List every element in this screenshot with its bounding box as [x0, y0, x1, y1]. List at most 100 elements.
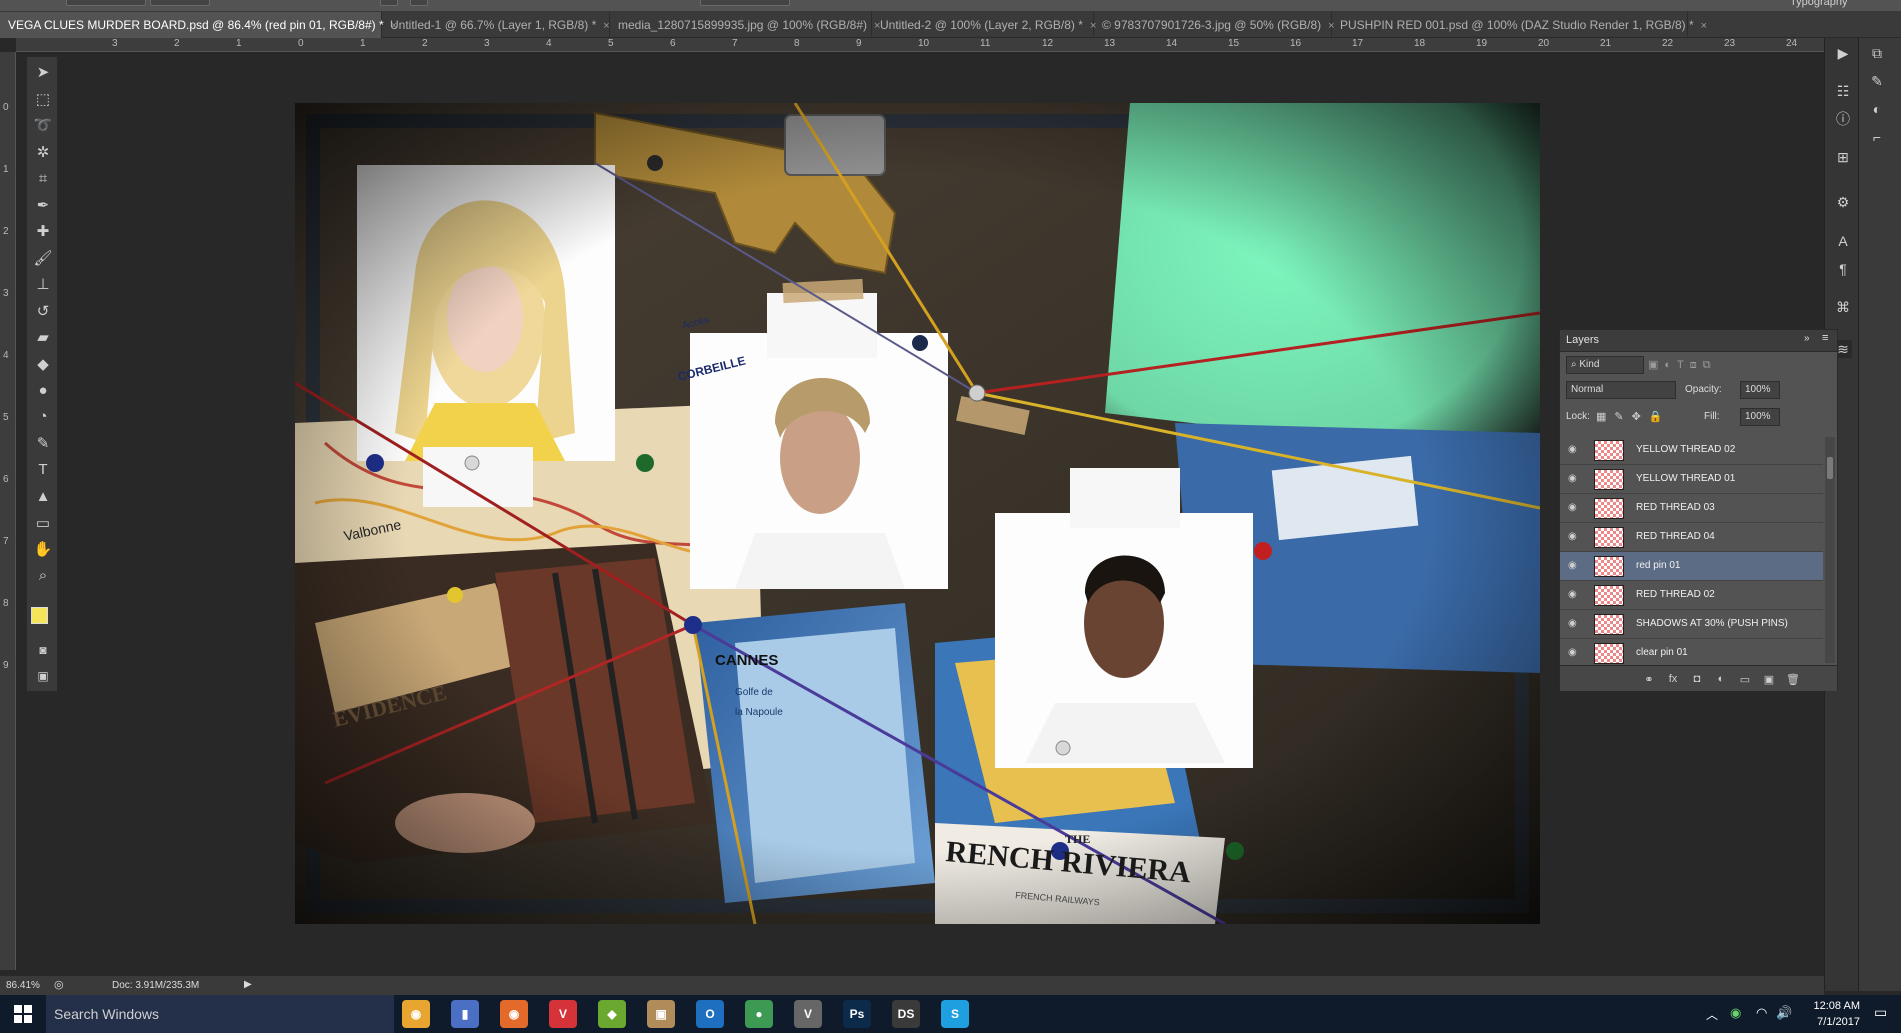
eyedropper-tool-icon[interactable]: ✒ — [31, 194, 55, 216]
workspace-switcher[interactable]: Typography — [1790, 0, 1847, 8]
hand-tool-icon[interactable]: ✋ — [31, 538, 55, 560]
tray-app-icon[interactable]: ◉ — [1730, 1005, 1741, 1021]
clone-source-icon[interactable]: ◐ — [1868, 100, 1886, 118]
network-icon[interactable]: ◠ — [1756, 1005, 1767, 1021]
info-icon[interactable]: ⓘ — [1834, 110, 1852, 128]
firefox-taskbar-icon[interactable]: ◉ — [500, 1000, 528, 1028]
marquee-tool-icon[interactable]: ⬚ — [31, 88, 55, 110]
stamp-tool-icon[interactable]: ⊥ — [31, 273, 55, 295]
paint-bucket-tool-icon[interactable]: ◆ — [31, 353, 55, 375]
healing-tool-icon[interactable]: ✚ — [31, 220, 55, 242]
rectangle-tool-icon[interactable]: ▭ — [31, 512, 55, 534]
document-tab[interactable]: media_1280715899935.jpg @ 100% (RGB/8#) × — [610, 12, 880, 38]
character-icon[interactable]: A — [1834, 232, 1852, 250]
filter-icons[interactable]: ▣◐T⧈⧉ — [1648, 358, 1717, 372]
crop-tool-icon[interactable]: ⌗ — [31, 167, 55, 189]
options-chip[interactable] — [700, 0, 790, 6]
layer-row[interactable]: ◉ RED THREAD 04 — [1560, 523, 1823, 552]
blend-mode-select[interactable]: Normal — [1566, 381, 1676, 399]
fx-icon[interactable]: fx — [1666, 672, 1680, 686]
chrome-taskbar-icon[interactable]: ◉ — [402, 1000, 430, 1028]
globe-app-taskbar-icon[interactable]: ● — [745, 1000, 773, 1028]
volume-icon[interactable]: 🔊 — [1776, 1005, 1792, 1021]
taskbar-clock[interactable]: 12:08 AM 7/1/2017 — [1794, 998, 1860, 1030]
pen-tool-icon[interactable]: ✎ — [31, 432, 55, 454]
bookmark-app-taskbar-icon[interactable]: ▮ — [451, 1000, 479, 1028]
opacity-input[interactable]: 100% — [1740, 381, 1780, 399]
layer-row[interactable]: ◉ RED THREAD 03 — [1560, 494, 1823, 523]
document-canvas[interactable]: EVIDENCE CORBEILLE Accès Valbonne CANNES… — [295, 103, 1540, 924]
visibility-eye-icon[interactable]: ◉ — [1568, 647, 1580, 659]
start-button[interactable] — [0, 995, 46, 1033]
layer-row[interactable]: ◉ RED THREAD 02 — [1560, 581, 1823, 610]
glyphs-icon[interactable]: ⌘ — [1834, 298, 1852, 316]
paragraph-icon[interactable]: ¶ — [1834, 260, 1852, 278]
lasso-tool-icon[interactable]: ➰ — [31, 114, 55, 136]
tray-chevron-icon[interactable]: ︿ — [1706, 1006, 1718, 1023]
box-app-taskbar-icon[interactable]: ▣ — [647, 1000, 675, 1028]
visibility-eye-icon[interactable]: ◉ — [1568, 531, 1580, 543]
options-chip[interactable] — [410, 0, 428, 6]
history-brush-tool-icon[interactable]: ↺ — [31, 300, 55, 322]
app-green-taskbar-icon[interactable]: ◆ — [598, 1000, 626, 1028]
link-icon[interactable]: ⚭ — [1642, 672, 1656, 686]
horizontal-ruler[interactable]: 3 2 1 0 1 2 3 4 5 6 7 8 9 10 11 12 13 14 15 16 17 18 19 20 21 22 2… — [16, 38, 1824, 52]
tab-close-icon[interactable]: × — [603, 20, 609, 32]
notification-icon[interactable]: ▭ — [1874, 1004, 1887, 1021]
visibility-eye-icon[interactable]: ◉ — [1568, 473, 1580, 485]
move-tool-icon[interactable]: ➤ — [31, 61, 55, 83]
visibility-eye-icon[interactable]: ◉ — [1568, 444, 1580, 456]
magic-wand-tool-icon[interactable]: ✲ — [31, 141, 55, 163]
brush-preset-icon[interactable]: ✎ — [1868, 72, 1886, 90]
layer-row[interactable]: ◉ YELLOW THREAD 01 — [1560, 465, 1823, 494]
play-icon[interactable]: ▶ — [1834, 44, 1852, 62]
trash-icon[interactable]: 🗑 — [1786, 672, 1800, 686]
tab-close-icon[interactable]: × — [1701, 20, 1707, 32]
mask-icon[interactable]: ◘ — [1690, 672, 1704, 686]
vivaldi-taskbar-icon[interactable]: V — [549, 1000, 577, 1028]
options-chip[interactable] — [150, 0, 210, 6]
visibility-eye-icon[interactable]: ◉ — [1568, 589, 1580, 601]
zoom-tool-icon[interactable]: ⌕ — [31, 565, 55, 587]
vertical-ruler[interactable]: 0 1 2 3 4 5 6 7 8 9 — [0, 52, 16, 970]
document-tab[interactable]: PUSHPIN RED 001.psd @ 100% (DAZ Studio R… — [1332, 12, 1707, 38]
screen-mode-icon[interactable]: ▣ — [31, 665, 55, 687]
blur-tool-icon[interactable]: ● — [31, 379, 55, 401]
eraser-tool-icon[interactable]: ▰ — [31, 326, 55, 348]
vnc-taskbar-icon[interactable]: V — [794, 1000, 822, 1028]
document-tab[interactable]: Untitled-1 @ 66.7% (Layer 1, RGB/8) * × — [382, 12, 610, 38]
foreground-color-swatch[interactable] — [31, 607, 48, 624]
document-tab[interactable]: © 9783707901726-3.jpg @ 50% (RGB/8) × — [1094, 12, 1335, 38]
zoom-level[interactable]: 86.41% — [6, 980, 40, 991]
brush-tool-icon[interactable]: 🖌 — [31, 247, 55, 269]
layer-row[interactable]: ◉ red pin 01 — [1560, 552, 1823, 581]
status-menu-arrow-icon[interactable]: ▶ — [244, 979, 252, 990]
skype-taskbar-icon[interactable]: S — [941, 1000, 969, 1028]
outlook-taskbar-icon[interactable]: O — [696, 1000, 724, 1028]
adjustments-icon[interactable]: ☷ — [1834, 82, 1852, 100]
layer-row[interactable]: ◉ SHADOWS AT 30% (PUSH PINS) — [1560, 610, 1823, 639]
dodge-tool-icon[interactable]: ◔ — [31, 406, 55, 428]
panel-menu-icon[interactable]: ≡ — [1822, 332, 1828, 344]
filter-kind-select[interactable]: ⌕ Kind — [1566, 356, 1644, 374]
type-tool-icon[interactable]: T — [31, 459, 55, 481]
layer-row[interactable]: ◉ clear pin 01 — [1560, 639, 1823, 664]
layers-panel-header[interactable]: Layers » ≡ — [1560, 330, 1837, 352]
actions-icon[interactable]: ⚙ — [1834, 193, 1852, 211]
visibility-eye-icon[interactable]: ◉ — [1568, 502, 1580, 514]
lock-icons[interactable]: ▦✎✥🔒 — [1596, 410, 1671, 423]
layer-row[interactable]: ◉ YELLOW THREAD 02 — [1560, 436, 1823, 465]
layers-scrollbar[interactable] — [1825, 437, 1835, 663]
doc-info-icon[interactable]: ◎ — [54, 978, 64, 991]
visibility-eye-icon[interactable]: ◉ — [1568, 618, 1580, 630]
tool-preset-icon[interactable]: ⌐ — [1868, 128, 1886, 146]
path-selection-tool-icon[interactable]: ▲ — [31, 485, 55, 507]
group-icon[interactable]: ▭ — [1738, 672, 1752, 686]
grid-icon[interactable]: ⊞ — [1834, 148, 1852, 166]
collapse-icon[interactable]: » — [1804, 333, 1810, 344]
search-windows-box[interactable]: Search Windows — [46, 995, 394, 1033]
visibility-eye-icon[interactable]: ◉ — [1568, 560, 1580, 572]
daz-studio-taskbar-icon[interactable]: DS — [892, 1000, 920, 1028]
photoshop-taskbar-icon[interactable]: Ps — [843, 1000, 871, 1028]
document-tab[interactable]: VEGA CLUES MURDER BOARD.psd @ 86.4% (red… — [0, 12, 397, 38]
